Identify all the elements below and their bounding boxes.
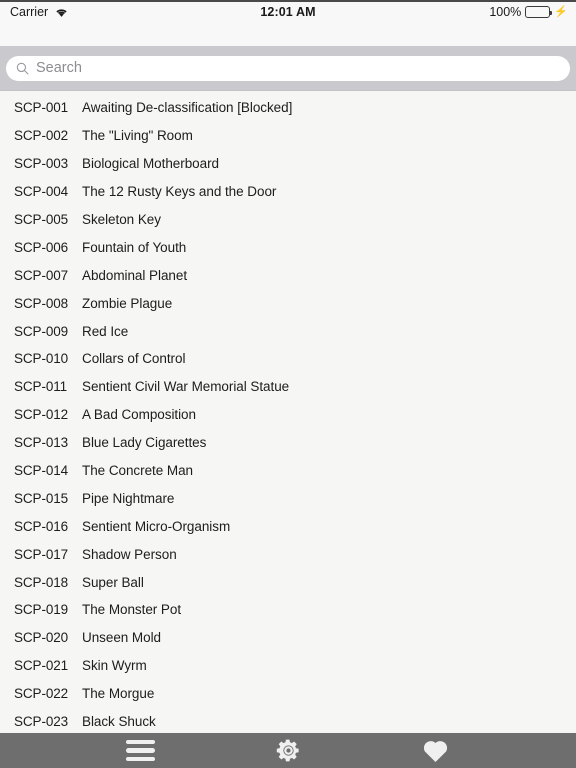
list-item[interactable]: SCP-005 Skeleton Key bbox=[0, 206, 576, 234]
list-item-code: SCP-014 bbox=[14, 463, 69, 479]
gear-icon bbox=[276, 739, 299, 762]
list-item[interactable]: SCP-012 A Bad Composition bbox=[0, 401, 576, 429]
list-item-title: A Bad Composition bbox=[82, 407, 196, 423]
tab-menu-button[interactable] bbox=[105, 733, 175, 768]
list-item-code: SCP-010 bbox=[14, 351, 69, 367]
battery-full-icon bbox=[525, 6, 553, 18]
list-item-code: SCP-002 bbox=[14, 128, 69, 144]
heart-icon bbox=[423, 741, 447, 762]
list-item-title: Abdominal Planet bbox=[82, 267, 188, 283]
list-item[interactable]: SCP-020 Unseen Mold bbox=[0, 624, 576, 652]
list-item-title: Fountain of Youth bbox=[82, 239, 187, 255]
list-item-code: SCP-015 bbox=[14, 490, 69, 506]
list-item-title: Pipe Nightmare bbox=[82, 490, 175, 506]
list-item-title: Blue Lady Cigarettes bbox=[82, 435, 207, 451]
list-item-title: Skin Wyrm bbox=[82, 658, 147, 674]
list-item-code: SCP-023 bbox=[14, 714, 69, 730]
list-item[interactable]: SCP-006 Fountain of Youth bbox=[0, 233, 576, 261]
list-item-code: SCP-003 bbox=[14, 156, 69, 172]
list-item[interactable]: SCP-018 Super Ball bbox=[0, 568, 576, 596]
list-item-code: SCP-005 bbox=[14, 212, 69, 227]
search-bar: Search bbox=[0, 46, 576, 90]
list-item[interactable]: SCP-014 The Concrete Man bbox=[0, 457, 576, 485]
list-item[interactable]: SCP-011 Sentient Civil War Memorial Statu… bbox=[0, 373, 576, 401]
search-input[interactable]: Search bbox=[6, 56, 570, 81]
list-item-title: Awaiting De-classification [Blocked] bbox=[82, 100, 293, 116]
lightning-bolt-icon: ⚡ bbox=[554, 5, 568, 18]
list-item[interactable]: SCP-016 Sentient Micro-Organism bbox=[0, 512, 576, 540]
list-item[interactable]: SCP-015 Pipe Nightmare bbox=[0, 484, 576, 512]
list-item[interactable]: SCP-002 The "Living" Room bbox=[0, 122, 576, 150]
list-item-code: SCP-009 bbox=[14, 323, 69, 339]
scp-list-inner: SCP-001 Awaiting De-classification [Block… bbox=[0, 91, 576, 733]
list-item-code: SCP-018 bbox=[14, 574, 69, 590]
list-item[interactable]: SCP-023 Black Shuck bbox=[0, 708, 576, 733]
list-item[interactable]: SCP-013 Blue Lady Cigarettes bbox=[0, 429, 576, 457]
list-item-title: Black Shuck bbox=[82, 714, 156, 730]
list-item-title: Shadow Person bbox=[82, 546, 177, 562]
list-item[interactable]: SCP-007 Abdominal Planet bbox=[0, 261, 576, 289]
list-item-code: SCP-020 bbox=[14, 630, 69, 646]
list-item-title: The 12 Rusty Keys and the Door bbox=[82, 184, 277, 200]
list-item-title: The Monster Pot bbox=[82, 602, 182, 618]
app-screen: Carrier 12:01 AM 100% ⚡ Search SCP-001 A… bbox=[0, 0, 576, 768]
list-item-title: Red Ice bbox=[82, 323, 129, 339]
list-item-code: SCP-001 bbox=[14, 100, 69, 116]
list-item-title: The Morgue bbox=[82, 686, 155, 702]
list-item-code: SCP-007 bbox=[14, 267, 69, 283]
tab-favorites-button[interactable] bbox=[400, 733, 470, 768]
list-item-title: Sentient Micro-Organism bbox=[82, 518, 231, 534]
list-item[interactable]: SCP-004 The 12 Rusty Keys and the Door bbox=[0, 178, 576, 206]
list-item-code: SCP-022 bbox=[14, 686, 69, 702]
list-item-code: SCP-021 bbox=[14, 658, 69, 674]
list-item-title: Biological Motherboard bbox=[82, 156, 219, 172]
list-item[interactable]: SCP-021 Skin Wyrm bbox=[0, 652, 576, 680]
list-item-title: Super Ball bbox=[82, 574, 144, 590]
list-item[interactable]: SCP-019 The Monster Pot bbox=[0, 596, 576, 624]
list-item[interactable]: SCP-009 Red Ice bbox=[0, 317, 576, 345]
list-item[interactable]: SCP-017 Shadow Person bbox=[0, 540, 576, 568]
list-item[interactable]: SCP-001 Awaiting De-classification [Block… bbox=[0, 94, 576, 122]
list-item[interactable]: SCP-010 Collars of Control bbox=[0, 345, 576, 373]
list-item-title: Collars of Control bbox=[82, 351, 186, 367]
battery-percent-label: 100% bbox=[489, 5, 522, 19]
list-item[interactable]: SCP-003 Biological Motherboard bbox=[0, 150, 576, 178]
tab-settings-button[interactable] bbox=[253, 733, 323, 768]
list-item-code: SCP-012 bbox=[14, 407, 69, 423]
search-icon bbox=[16, 62, 29, 75]
list-item-title: Unseen Mold bbox=[82, 630, 161, 646]
list-item-title: Zombie Plague bbox=[82, 295, 173, 311]
list-item[interactable]: SCP-022 The Morgue bbox=[0, 680, 576, 708]
search-placeholder: Search bbox=[36, 60, 82, 77]
list-item-code: SCP-019 bbox=[14, 602, 69, 618]
scp-list[interactable]: SCP-001 Awaiting De-classification [Block… bbox=[0, 90, 576, 733]
list-item-code: SCP-006 bbox=[14, 239, 69, 255]
list-item-code: SCP-017 bbox=[14, 546, 69, 562]
status-bar: Carrier 12:01 AM 100% ⚡ bbox=[0, 0, 576, 46]
list-item-title: The "Living" Room bbox=[82, 128, 193, 144]
list-item-code: SCP-013 bbox=[14, 435, 69, 451]
list-item-code: SCP-004 bbox=[14, 184, 69, 200]
list-item-code: SCP-011 bbox=[14, 379, 68, 395]
status-bar-right: 100% ⚡ bbox=[489, 5, 568, 19]
list-item-title: The Concrete Man bbox=[82, 463, 194, 479]
list-item-code: SCP-016 bbox=[14, 518, 69, 534]
tab-bar bbox=[0, 733, 576, 768]
list-item-title: Sentient Civil War Memorial Statue bbox=[82, 379, 290, 395]
list-item-code: SCP-008 bbox=[14, 295, 69, 311]
list-item-title: Skeleton Key bbox=[82, 212, 161, 227]
hamburger-menu-icon bbox=[125, 739, 155, 762]
list-item[interactable]: SCP-008 Zombie Plague bbox=[0, 289, 576, 317]
